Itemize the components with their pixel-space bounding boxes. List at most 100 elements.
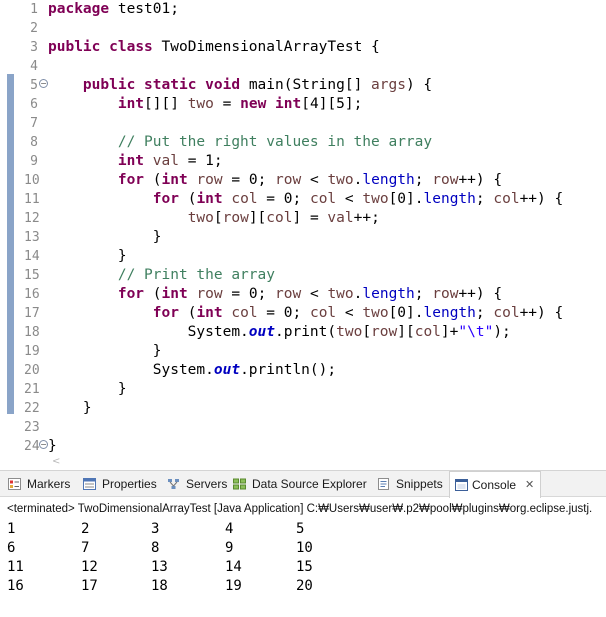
tab-servers[interactable]: Servers [167,471,227,497]
properties-icon [83,478,96,490]
console-output-value: 8 [151,540,160,556]
line-number: 11 [24,192,40,207]
tab-data-source-explorer[interactable]: Data Source Explorer [233,471,373,497]
line-number: 13 [24,230,40,245]
console-output-value: 10 [296,540,313,556]
line-number: 1 [30,2,38,17]
code-line[interactable]: 2 [0,19,606,38]
console-output-value: 2 [81,521,90,537]
code-line[interactable]: 16 for (int row = 0; row < two.length; r… [0,285,606,304]
code-line[interactable]: 7 [0,114,606,133]
code-line[interactable]: 24−} [0,437,606,456]
code-line[interactable]: 3 public class TwoDimensionalArrayTest { [0,38,606,57]
code-line[interactable]: 20 System.out.println(); [0,361,606,380]
console-output-value: 11 [7,559,24,575]
fold-toggle-icon[interactable]: − [39,79,48,88]
tab-console[interactable]: Console ✕ [449,471,541,498]
code-text: public static void main(String[] args) { [82,77,433,93]
console-output-value: 12 [81,559,98,575]
snippets-icon [378,478,389,490]
line-number: 23 [24,420,40,435]
code-text: System.out.print(two[row][col]+"\t"); [48,324,511,340]
code-line[interactable]: 4 [0,57,606,76]
code-text: } [48,343,162,359]
line-number: 5 [30,78,38,93]
tab-label: Properties [102,477,157,491]
code-text: for (int row = 0; row < two.length; row+… [117,286,503,302]
line-number: 8 [30,135,38,150]
tab-label: Servers [186,477,228,491]
console-output-value: 18 [151,578,168,594]
console-output-value: 6 [7,540,16,556]
code-text: for (int row = 0; row < two.length; row+… [117,172,503,188]
views-tab-bar: Markers Properties Servers Data Source E… [0,471,606,498]
code-line[interactable]: 21 } [0,380,606,399]
tab-markers[interactable]: Markers [8,471,78,497]
code-line[interactable]: 23 [0,418,606,437]
tab-snippets[interactable]: Snippets [377,471,447,497]
code-line[interactable]: 19 } [0,342,606,361]
line-number: 9 [30,154,38,169]
code-line[interactable]: 15 // Print the array [0,266,606,285]
line-number: 15 [24,268,40,283]
console-output-value: 5 [296,521,305,537]
tab-label: Snippets [396,477,443,491]
scroll-left-icon[interactable]: < [52,456,60,467]
servers-icon [168,479,179,489]
console-output-value: 7 [81,540,90,556]
line-number: 20 [24,363,40,378]
line-number: 24 [24,439,40,454]
line-number: 7 [30,116,38,131]
code-text: int val = 1; [117,153,223,169]
data-source-explorer-icon [233,478,246,490]
code-line[interactable]: 17 for (int col = 0; col < two[0].length… [0,304,606,323]
code-line[interactable]: 6 int[][] two = new int[4][5]; [0,95,606,114]
code-line[interactable]: 9 int val = 1; [0,152,606,171]
code-text: package test01; [48,1,179,17]
markers-icon [8,478,21,490]
console-icon [455,479,468,491]
code-text: } [48,229,162,245]
code-line[interactable]: 1 package test01; [0,0,606,19]
code-line[interactable]: 8 // Put the right values in the array [0,133,606,152]
line-number: 17 [24,306,40,321]
horizontal-scrollbar[interactable]: < [48,456,606,470]
console-output-value: 9 [225,540,234,556]
code-text: public class TwoDimensionalArrayTest { [48,39,380,55]
code-text: for (int col = 0; col < two[0].length; c… [152,305,564,321]
code-text: two[row][col] = val++; [187,210,380,226]
console-output-value: 16 [7,578,24,594]
fold-toggle-icon[interactable]: − [39,440,48,449]
console-output-value: 19 [225,578,242,594]
code-line[interactable]: 5− public static void main(String[] args… [0,76,606,95]
tab-properties[interactable]: Properties [83,471,163,497]
line-number: 16 [24,287,40,302]
console-output-value: 17 [81,578,98,594]
console-output-value: 3 [151,521,160,537]
line-number: 2 [30,21,38,36]
close-icon[interactable]: ✕ [525,472,534,498]
code-text: // Put the right values in the array [117,134,433,150]
code-line[interactable]: 22 } [0,399,606,418]
code-line[interactable]: 11 for (int col = 0; col < two[0].length… [0,190,606,209]
code-text: System.out.println(); [48,362,337,378]
code-editor[interactable]: 1 package test01; 2 3 public class TwoDimens… [0,0,606,456]
console-output-value: 4 [225,521,234,537]
tab-label: Console [472,478,517,492]
console-output-value: 13 [151,559,168,575]
code-text: } [48,381,127,397]
console-output-value: 20 [296,578,313,594]
line-number: 14 [24,249,40,264]
line-number: 6 [30,97,38,112]
code-line[interactable]: 14 } [0,247,606,266]
code-text: int[][] two = new int[4][5]; [117,96,363,112]
code-line[interactable]: 10 for (int row = 0; row < two.length; r… [0,171,606,190]
code-line[interactable]: 12 two[row][col] = val++; [0,209,606,228]
console-output-value: 14 [225,559,242,575]
console-output-value: 15 [296,559,313,575]
code-text: // Print the array [117,267,275,283]
code-line[interactable]: 18 System.out.print(two[row][col]+"\t"); [0,323,606,342]
code-text: } [48,248,127,264]
code-line[interactable]: 13 } [0,228,606,247]
code-text: for (int col = 0; col < two[0].length; c… [152,191,564,207]
